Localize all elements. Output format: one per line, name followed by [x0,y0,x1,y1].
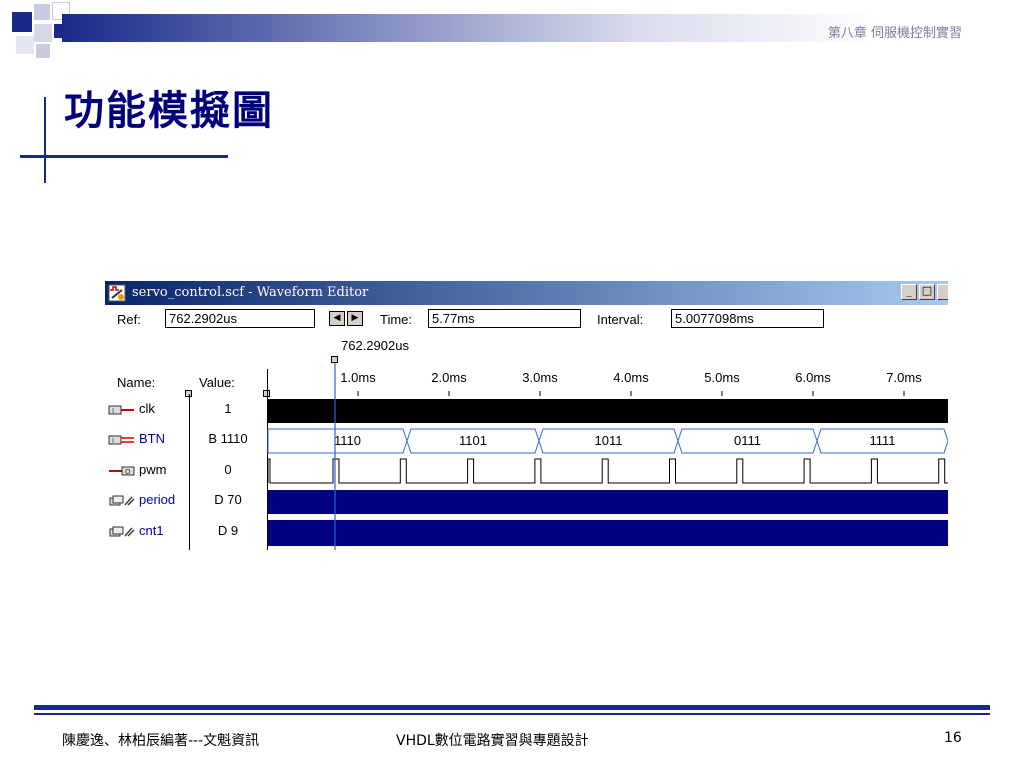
deco-square [16,36,34,54]
footer-rule-thick [34,705,990,710]
clk-waveform [268,399,948,423]
footer-rule-thin [34,713,990,715]
waveform-editor-window: servo_control.scf - Waveform Editor _ □ … [105,281,948,550]
title-vertical-rule [44,97,46,183]
title-horizontal-rule [20,155,228,158]
btn-segment-value: 0111 [734,433,761,448]
btn-segment-value: 1110 [334,433,361,448]
cnt1-waveform [268,520,948,546]
slide-title: 功能模擬圖 [64,87,274,134]
btn-segment-value: 1101 [459,433,487,448]
footer-authors: 陳慶逸、林柏辰編著---文魁資訊 [62,733,260,749]
footer-page-number: 16 [944,730,962,746]
btn-segment-value: 1111 [869,433,895,448]
deco-square [34,24,52,42]
deco-square [12,12,32,32]
pwm-waveform [267,458,948,484]
chapter-label: 第八章 伺服機控制實習 [827,26,962,41]
period-waveform [268,490,948,514]
deco-square [36,44,50,58]
waveform-display: 1110 1101 1011 0111 1111 [267,363,948,550]
footer-book-title: VHDL數位電路實習與專題設計 [396,733,589,749]
btn-segment-value: 1011 [595,433,623,448]
deco-square [34,4,50,20]
